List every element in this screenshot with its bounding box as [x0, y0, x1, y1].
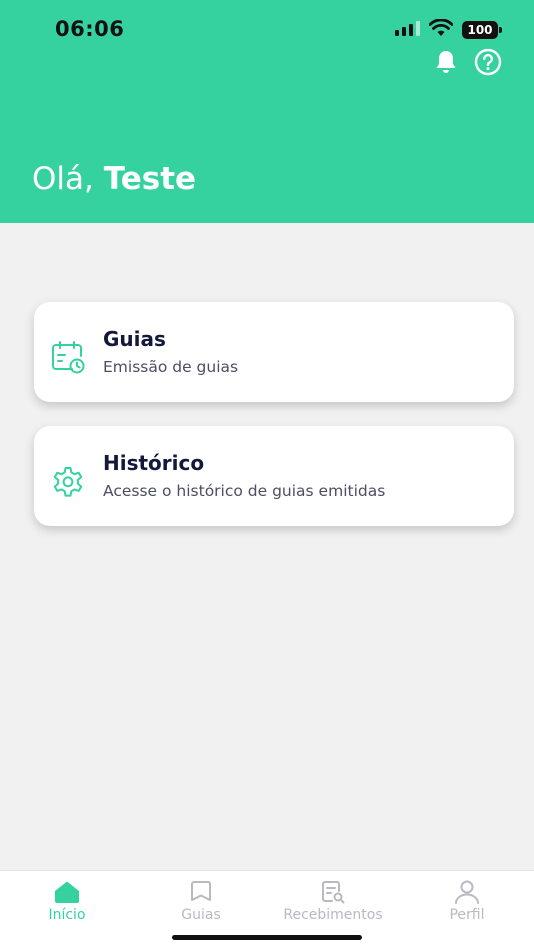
nav-item-guias[interactable]: Guias: [136, 879, 266, 929]
app-screen: 06:06 100 Olá, Teste Guias Emissão de gu…: [0, 0, 534, 950]
wifi-icon: [428, 18, 454, 41]
card-title: Histórico: [103, 451, 205, 475]
gear-icon: [50, 464, 86, 500]
nav-item-inicio[interactable]: Início: [2, 879, 132, 929]
help-button[interactable]: [474, 48, 502, 80]
header-actions: [432, 48, 502, 80]
nav-label: Guias: [181, 907, 221, 923]
user-name: Teste: [103, 161, 197, 197]
bell-icon: [434, 49, 458, 79]
bookmark-icon: [187, 879, 215, 905]
guias-card[interactable]: Guias Emissão de guias: [34, 302, 514, 402]
nav-label: Recebimentos: [283, 907, 383, 923]
signal-icon: [394, 20, 420, 40]
greeting: Olá, Teste: [32, 161, 196, 197]
nav-label: Perfil: [449, 907, 485, 923]
receipt-search-icon: [319, 879, 347, 905]
status-icons: 100: [394, 18, 502, 41]
home-indicator[interactable]: [172, 935, 362, 940]
nav-item-recebimentos[interactable]: Recebimentos: [268, 879, 398, 929]
battery-indicator: 100: [462, 21, 502, 39]
historico-card[interactable]: Histórico Acesse o histórico de guias em…: [34, 426, 514, 526]
user-icon: [453, 879, 481, 905]
nav-item-perfil[interactable]: Perfil: [402, 879, 532, 929]
calendar-clock-icon: [50, 340, 86, 376]
help-circle-icon: [474, 48, 502, 80]
status-time: 06:06: [55, 17, 125, 41]
card-subtitle: Emissão de guias: [103, 358, 239, 376]
card-title: Guias: [103, 327, 166, 351]
notifications-button[interactable]: [432, 50, 460, 78]
header: 06:06 100 Olá, Teste: [0, 0, 534, 223]
nav-label: Início: [48, 907, 86, 923]
card-subtitle: Acesse o histórico de guias emitidas: [103, 482, 386, 500]
greeting-prefix: Olá,: [32, 161, 94, 197]
home-icon: [53, 879, 81, 905]
